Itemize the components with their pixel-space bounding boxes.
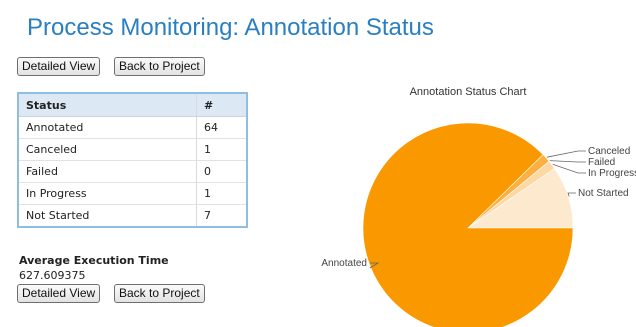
average-execution-time-value: 627.609375 <box>19 269 86 282</box>
leader-line-not-started <box>567 192 576 197</box>
count-cell: 0 <box>196 160 247 183</box>
count-cell: 1 <box>196 138 247 161</box>
slice-label-in-progress: In Progress <box>588 168 636 179</box>
annotation-status-pie-chart: Annotation Status Chart Annotated Cancele… <box>321 86 636 327</box>
table-row: In Progress 1 <box>18 182 247 205</box>
status-table: Status # Annotated 64 Canceled 1 Failed … <box>17 92 248 228</box>
page-title: Process Monitoring: Annotation Status <box>27 14 434 41</box>
average-execution-time-label: Average Execution Time <box>19 254 169 267</box>
detailed-view-button-top[interactable]: Detailed View <box>17 57 101 76</box>
status-cell: Failed <box>18 160 197 183</box>
table-header-row: Status # <box>18 93 247 117</box>
table-row: Failed 0 <box>18 160 247 183</box>
table-row: Not Started 7 <box>18 204 247 228</box>
status-cell: Not Started <box>18 204 197 228</box>
count-cell: 1 <box>196 182 247 205</box>
status-cell: In Progress <box>18 182 197 205</box>
count-cell: 7 <box>196 204 247 228</box>
slice-label-annotated: Annotated <box>321 258 367 269</box>
count-cell: 64 <box>196 116 247 139</box>
count-column-header: # <box>196 93 247 117</box>
leader-line-in-progress <box>552 163 586 174</box>
leader-line-failed <box>549 160 586 163</box>
chart-title: Annotation Status Chart <box>410 86 527 98</box>
slice-label-not-started: Not Started <box>578 188 629 199</box>
back-to-project-button-top[interactable]: Back to Project <box>114 57 205 76</box>
back-to-project-button-bottom[interactable]: Back to Project <box>114 284 205 303</box>
status-cell: Canceled <box>18 138 197 161</box>
status-cell: Annotated <box>18 116 197 139</box>
detailed-view-button-bottom[interactable]: Detailed View <box>17 284 101 303</box>
slice-label-canceled: Canceled <box>588 146 630 157</box>
status-column-header: Status <box>18 93 197 117</box>
slice-label-failed: Failed <box>588 157 615 168</box>
leader-line-canceled <box>546 150 586 158</box>
table-row: Annotated 64 <box>18 116 247 139</box>
table-row: Canceled 1 <box>18 138 247 161</box>
